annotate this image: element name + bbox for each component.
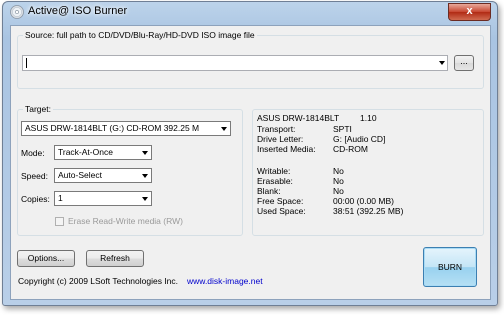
info-value: CD-ROM <box>333 144 368 154</box>
client-area: Source: full path to CD/DVD/Blu-Ray/HD-D… <box>10 25 491 300</box>
info-key: Inserted Media: <box>257 144 316 154</box>
drive-info-name: ASUS DRW-1814BLT <box>257 113 340 123</box>
website-link[interactable]: www.disk-image.net <box>187 276 263 286</box>
target-group: Target: ASUS DRW-1814BLT (G:) CD-ROM 392… <box>17 104 243 236</box>
chevron-down-icon[interactable] <box>142 174 148 178</box>
info-key: Writable: <box>257 166 291 176</box>
source-label: Source: full path to CD/DVD/Blu-Ray/HD-D… <box>23 30 257 40</box>
options-button[interactable]: Options... <box>17 250 75 267</box>
info-value: No <box>333 166 344 176</box>
erase-rw-checkbox[interactable] <box>55 217 64 226</box>
info-key: Drive Letter: <box>257 134 304 144</box>
source-path-combobox[interactable] <box>22 55 448 71</box>
browse-button[interactable]: ... <box>454 55 474 71</box>
drive-select-value: ASUS DRW-1814BLT (G:) CD-ROM 392.25 M <box>25 123 200 133</box>
mode-select[interactable]: Track-At-Once <box>54 145 152 160</box>
drive-info-version: 1.10 <box>360 113 377 123</box>
info-value: G: [Audio CD] <box>333 134 386 144</box>
target-label: Target: <box>23 104 53 114</box>
info-key: Transport: <box>257 124 296 134</box>
chevron-down-icon[interactable] <box>142 151 148 155</box>
refresh-button[interactable]: Refresh <box>86 250 144 267</box>
copies-select[interactable]: 1 <box>54 191 152 206</box>
burn-button[interactable]: BURN <box>423 247 477 287</box>
copyright-text: Copyright (c) 2009 LSoft Technologies In… <box>18 276 179 286</box>
chevron-down-icon[interactable] <box>439 61 445 65</box>
text-caret <box>26 58 27 68</box>
info-key: Erasable: <box>257 176 293 186</box>
source-group: Source: full path to CD/DVD/Blu-Ray/HD-D… <box>17 30 484 89</box>
chevron-down-icon[interactable] <box>221 127 227 131</box>
info-value: SPTI <box>333 124 352 134</box>
info-value: 38:51 (392.25 MB) <box>333 206 404 216</box>
mode-label: Mode: <box>21 148 45 158</box>
speed-select[interactable]: Auto-Select <box>54 168 152 183</box>
info-value: No <box>333 176 344 186</box>
copies-label: Copies: <box>21 194 50 204</box>
close-button[interactable]: x <box>448 3 491 21</box>
speed-label: Speed: <box>21 171 48 181</box>
speed-select-value: Auto-Select <box>58 170 102 180</box>
chevron-down-icon[interactable] <box>142 197 148 201</box>
drive-select[interactable]: ASUS DRW-1814BLT (G:) CD-ROM 392.25 M <box>21 121 231 136</box>
drive-info-panel: ASUS DRW-1814BLT 1.10 Transport: SPTI Dr… <box>252 109 484 236</box>
mode-select-value: Track-At-Once <box>58 147 113 157</box>
info-key: Free Space: <box>257 196 304 206</box>
info-key: Used Space: <box>257 206 306 216</box>
erase-rw-label: Erase Read-Write media (RW) <box>68 216 183 226</box>
info-value: 00:00 (0.00 MB) <box>333 196 394 206</box>
window-title: Active@ ISO Burner <box>28 5 128 17</box>
copies-select-value: 1 <box>58 193 63 203</box>
title-bar[interactable]: Active@ ISO Burner x <box>3 2 497 24</box>
info-key: Blank: <box>257 186 281 196</box>
app-window: Active@ ISO Burner x Source: full path t… <box>2 1 498 306</box>
info-value: No <box>333 186 344 196</box>
disc-icon <box>10 5 24 19</box>
